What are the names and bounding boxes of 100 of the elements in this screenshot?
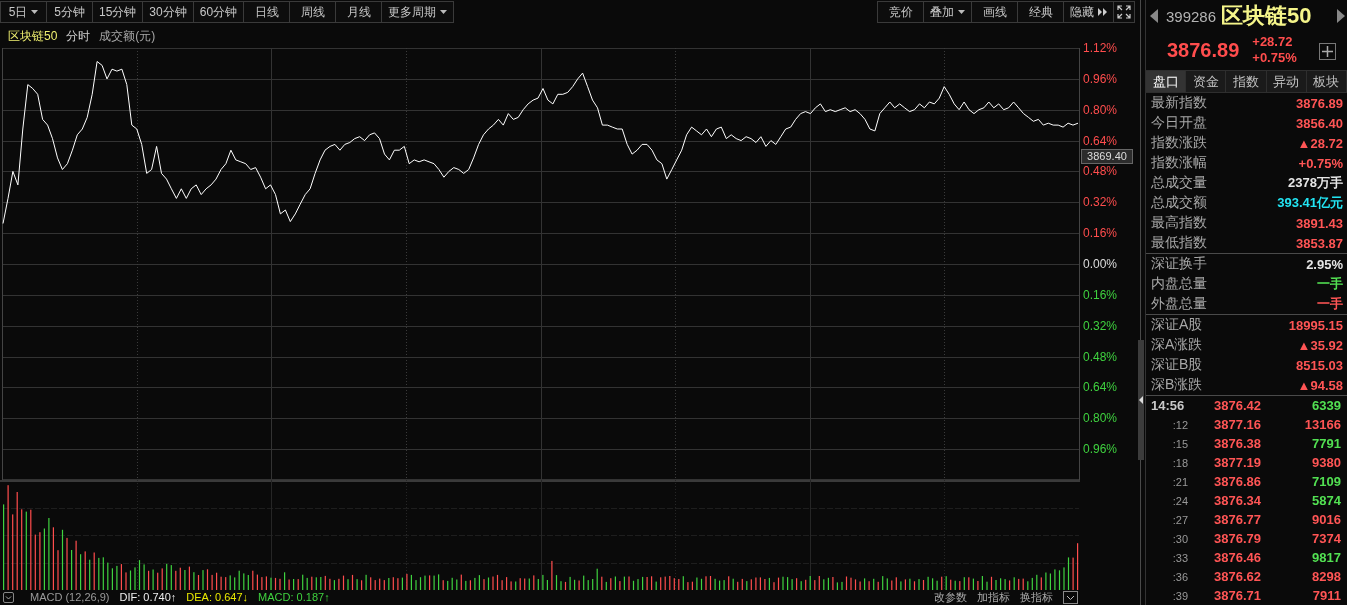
quote-name: 区块链50 — [1221, 2, 1313, 30]
tick-time: :36 — [1171, 570, 1188, 583]
tick-price: 3876.38 — [1214, 436, 1261, 451]
tick-volume: 7374 — [1311, 531, 1342, 546]
period-button[interactable]: 30分钟 — [142, 1, 194, 23]
axis-label: 0.00% — [1083, 257, 1118, 271]
quote-change-percent: +0.75% — [1252, 50, 1297, 66]
period-button[interactable]: 周线 — [289, 1, 337, 23]
legend-measure: 成交额(元) — [99, 27, 156, 45]
indicator-name: MACD (12,26,9) — [30, 590, 110, 604]
fullscreen-button[interactable] — [1113, 1, 1135, 23]
double-arrow-icon — [1098, 8, 1107, 16]
stat-label: 最高指数 — [1151, 214, 1207, 232]
stat-label: 指数涨跌 — [1151, 134, 1207, 152]
indicator-action[interactable]: 改参数 — [934, 589, 967, 605]
stat-value: 18995.15 — [1288, 317, 1343, 333]
axis-label: 0.64% — [1083, 380, 1118, 395]
tick-volume: 13166 — [1303, 417, 1342, 432]
stat-value: ▲94.58 — [1297, 377, 1343, 393]
indicator-action[interactable]: 换指标 — [1020, 589, 1053, 605]
left-arrow-icon[interactable] — [1150, 9, 1158, 23]
period-button[interactable]: 60分钟 — [192, 1, 245, 23]
toolbar-button[interactable]: 画线 — [971, 1, 1018, 23]
tick-time: :27 — [1171, 513, 1188, 526]
period-button[interactable]: 5分钟 — [46, 1, 93, 23]
left-arrow-icon — [1139, 396, 1143, 404]
legend-period: 分时 — [66, 27, 91, 45]
caret-icon — [440, 10, 448, 14]
quote-price: 3876.89 — [1167, 39, 1240, 62]
panel-tab[interactable]: 异动 — [1265, 70, 1307, 93]
axis-label: 0.80% — [1083, 102, 1118, 117]
tick-time: :39 — [1171, 589, 1188, 602]
period-button[interactable]: 15分钟 — [92, 1, 144, 23]
axis-label: 0.80% — [1083, 411, 1118, 426]
tick-price: 3876.42 — [1214, 398, 1261, 413]
axis-label: 0.64% — [1083, 133, 1118, 148]
toolbar-button[interactable]: 经典 — [1017, 1, 1064, 23]
panel-tab[interactable]: 盘口 — [1145, 70, 1187, 93]
hide-button[interactable]: 隐藏 — [1063, 1, 1114, 23]
axis-label: 0.16% — [1083, 287, 1118, 302]
axis-label: 0.16% — [1083, 226, 1118, 241]
stat-value: ▲28.72 — [1297, 135, 1343, 151]
axis-label: 0.32% — [1083, 195, 1118, 210]
tick-price: 3876.71 — [1214, 588, 1261, 603]
stat-label: 深A涨跌 — [1151, 336, 1203, 354]
collapse-handle[interactable] — [1138, 340, 1144, 460]
stat-value: 3876.89 — [1296, 95, 1343, 111]
toolbar-button[interactable]: 竞价 — [877, 1, 924, 23]
period-button[interactable]: 更多周期 — [381, 1, 455, 23]
tick-time: :12 — [1171, 418, 1188, 431]
stat-label: 今日开盘 — [1151, 114, 1207, 132]
period-button[interactable]: 日线 — [243, 1, 291, 23]
panel-tab[interactable]: 资金 — [1185, 70, 1227, 93]
dropdown-button[interactable]: 叠加 — [923, 1, 972, 23]
stat-label: 深证换手 — [1151, 255, 1207, 273]
stat-label: 深B涨跌 — [1151, 376, 1203, 394]
fullscreen-icon — [1117, 5, 1131, 19]
tick-volume: 7109 — [1311, 474, 1342, 489]
right-arrow-icon[interactable] — [1337, 9, 1345, 23]
square-outline-icon[interactable] — [3, 591, 14, 603]
price-marker: 3869.40 — [1081, 149, 1133, 164]
panel-tab[interactable]: 指数 — [1225, 70, 1267, 93]
stat-label: 指数涨幅 — [1151, 154, 1207, 172]
quote-code: 399286 — [1166, 7, 1217, 25]
dea-value: DEA: 0.647↓ — [186, 590, 249, 604]
tick-price: 3877.19 — [1214, 455, 1261, 470]
tick-volume: 7911 — [1311, 588, 1342, 603]
panel-tab[interactable]: 板块 — [1305, 70, 1347, 93]
tick-price: 3876.62 — [1214, 569, 1261, 584]
tick-price: 3876.77 — [1214, 512, 1261, 527]
axis-label: 0.48% — [1083, 349, 1118, 364]
tick-time: :21 — [1171, 475, 1188, 488]
period-button[interactable]: 5日 — [0, 1, 47, 23]
indicator-action[interactable]: 加指标 — [977, 589, 1010, 605]
stat-value: 3891.43 — [1296, 215, 1343, 231]
quote-change: +28.72 — [1252, 34, 1294, 50]
period-button[interactable]: 月线 — [335, 1, 383, 23]
tick-volume: 5874 — [1311, 493, 1342, 508]
stat-label: 总成交量 — [1151, 174, 1207, 192]
stat-value: 3856.40 — [1296, 115, 1343, 131]
axis-label: 0.48% — [1083, 164, 1118, 179]
tick-time: :24 — [1171, 494, 1188, 507]
legend-name: 区块链50 — [8, 27, 58, 45]
stat-value: ▲35.92 — [1297, 337, 1343, 353]
tick-time: :30 — [1171, 532, 1188, 545]
tick-time: 14:56 — [1150, 398, 1186, 413]
tick-volume: 9817 — [1311, 550, 1342, 565]
axis-label: 0.32% — [1083, 318, 1118, 333]
add-button[interactable] — [1319, 43, 1336, 60]
stat-value: 2378万手 — [1288, 174, 1343, 192]
tick-time: :33 — [1171, 551, 1188, 564]
stat-value: 3853.87 — [1296, 235, 1343, 251]
tick-price: 3876.79 — [1214, 531, 1261, 546]
tick-volume: 9380 — [1311, 455, 1342, 470]
chevron-down-icon[interactable] — [1063, 590, 1078, 604]
axis-label: 1.12% — [1083, 41, 1118, 55]
stat-value: 8515.03 — [1296, 357, 1343, 373]
tick-time: :18 — [1171, 456, 1188, 469]
axis-label: 0.96% — [1083, 71, 1118, 86]
stat-value: 一手 — [1317, 295, 1343, 313]
